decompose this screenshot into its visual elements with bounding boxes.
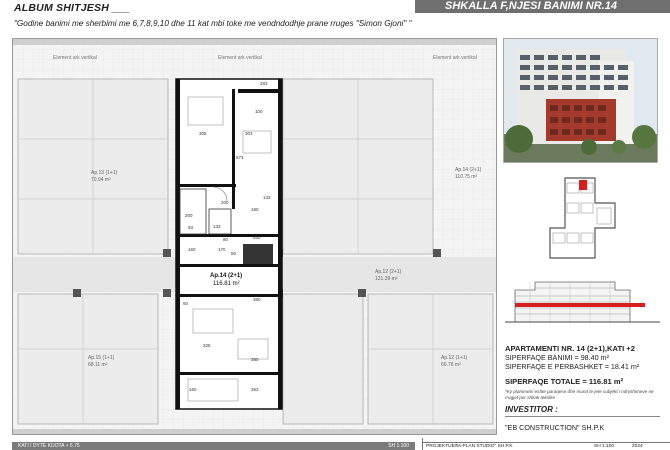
neighbor-name-3: Ap.12 (2+1) bbox=[375, 269, 402, 275]
dim-2: 305 bbox=[199, 131, 207, 136]
neighbor-area-4: 68.11 m² bbox=[88, 362, 108, 368]
neighbor-area-1: 70.94 m² bbox=[91, 177, 111, 183]
neighbor-name-5: Ap.12 (1+1) bbox=[441, 355, 468, 361]
dim-21: 363 bbox=[251, 387, 259, 392]
highlighted-unit: Ap.14 (2+1) 116.81 m² bbox=[175, 78, 283, 410]
disclaimer-note: *Ky planimetri eshte paraqese dhe mund t… bbox=[505, 389, 654, 400]
dim-19: 200 bbox=[221, 200, 229, 205]
dim-15: 50 bbox=[231, 251, 237, 256]
dim-6: 325 bbox=[203, 343, 211, 348]
section-floor-marker bbox=[515, 303, 645, 307]
designer-name: "A-PLAN STUDIO" SH.P.K bbox=[456, 444, 513, 449]
investor-label: INVESTITOR : bbox=[505, 405, 558, 414]
dim-16: 93 bbox=[188, 225, 194, 230]
shared-area: SIPERFAQE E PERBASHKET = 18.41 m² bbox=[505, 362, 640, 371]
element-label-3: Element ark vertikal bbox=[433, 55, 477, 61]
dim-7: 200 bbox=[185, 213, 193, 218]
dim-20: 380 bbox=[251, 357, 259, 362]
neighbor-area-5: 66.76 m² bbox=[441, 362, 461, 368]
project-description: "Godine banimi me sherbimi me 6,7,8,9,10… bbox=[14, 19, 412, 28]
floor-level-title: KATI I DYTE KUOTA + 5.75 bbox=[18, 443, 80, 449]
neighbor-area-2: 110.75 m² bbox=[455, 174, 477, 180]
keyplan-unit-marker bbox=[579, 180, 587, 190]
dim-3: 303 bbox=[245, 131, 253, 136]
dim-9: 160 bbox=[188, 247, 196, 252]
footer-credits: PROJEKTUES : "A-PLAN STUDIO" SH.P.K SH 1… bbox=[422, 442, 670, 450]
unit-area: 116.81 m² bbox=[213, 281, 240, 287]
investor-name: "EB CONSTRUCTION" SH.P.K bbox=[505, 423, 605, 432]
building-render bbox=[503, 38, 658, 163]
residential-area: SIPERFAQE BANIMI = 98.40 m² bbox=[505, 353, 610, 362]
unit-name: Ap.14 (2+1) bbox=[210, 273, 242, 279]
footer-scale: SH 1:100 bbox=[594, 444, 615, 449]
footer-floor-bar: KATI I DYTE KUOTA + 5.75 SH 1:100 bbox=[12, 442, 415, 450]
floor-plan-drawing: Element ark vertikal Element ark vertika… bbox=[13, 39, 496, 434]
neighbor-name-1: Ap.13 (1+1) bbox=[91, 170, 118, 176]
dim-1: 283 bbox=[260, 81, 268, 86]
total-area: SIPERFAQE TOTALE = 116.81 m² bbox=[505, 377, 624, 386]
dim-4: 573 bbox=[236, 155, 244, 160]
element-label-1: Element ark vertikal bbox=[53, 55, 97, 61]
unit-banner: SHKALLA F,NJESI BANIMI NR.14 bbox=[415, 0, 670, 13]
footer-year: 2024 bbox=[632, 444, 643, 449]
dim-5: 380 bbox=[253, 297, 261, 302]
dim-14: 80 bbox=[223, 237, 229, 242]
dim-13: 60 bbox=[183, 301, 189, 306]
investor-divider bbox=[505, 416, 660, 417]
dim-22: 160 bbox=[189, 387, 197, 392]
album-title: ALBUM SHITJESH ___ bbox=[14, 2, 131, 14]
footer-left-scale: SH 1:100 bbox=[388, 443, 409, 449]
apartment-title: APARTAMENTI NR. 14 (2+1),KATI +2 bbox=[505, 344, 635, 353]
dim-18: 100 bbox=[255, 109, 263, 114]
dim-10: 170 bbox=[218, 247, 226, 252]
element-label-2: Element ark vertikal bbox=[218, 55, 262, 61]
dim-17: 133 bbox=[263, 195, 271, 200]
neighbor-name-2: Ap.14 (2+1) bbox=[455, 167, 482, 173]
neighbor-area-3: 121.39 m² bbox=[375, 276, 398, 282]
dim-11: 180 bbox=[251, 207, 259, 212]
floor-plan: Element ark vertikal Element ark vertika… bbox=[12, 38, 497, 435]
dim-12: 530 bbox=[253, 235, 261, 240]
neighbor-name-4: Ap.15 (1+1) bbox=[88, 355, 115, 361]
unit-info: APARTAMENTI NR. 14 (2+1),KATI +2 SIPERFA… bbox=[505, 344, 665, 400]
dim-8: 133 bbox=[213, 224, 221, 229]
building-section bbox=[505, 272, 660, 327]
key-plan bbox=[545, 173, 635, 263]
